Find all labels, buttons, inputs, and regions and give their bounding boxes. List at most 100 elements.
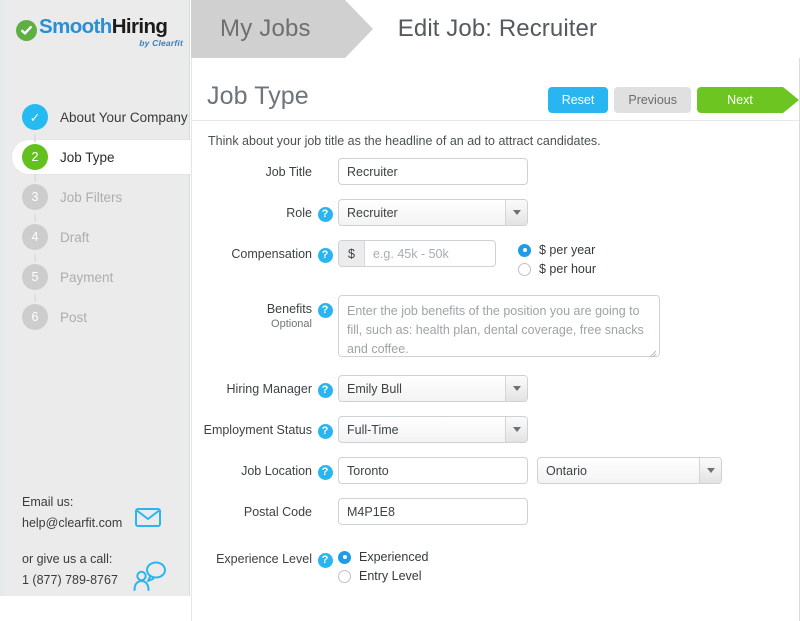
employment-status-help-slot: ?	[312, 416, 338, 439]
radio-per-year[interactable]: $ per year	[518, 243, 596, 257]
contact-spacer	[22, 533, 187, 549]
benefits-label: Benefits Optional	[192, 295, 312, 331]
help-icon[interactable]: ?	[317, 248, 333, 263]
row-job-title: Job Title	[192, 158, 799, 185]
step-label: Job Type	[60, 149, 115, 165]
row-compensation: Compensation ? $ $ per year	[192, 240, 799, 281]
title-divider	[192, 120, 799, 121]
role-select-value: Recruiter	[347, 205, 398, 220]
benefits-label-text: Benefits	[266, 302, 312, 316]
step-label: Post	[60, 309, 88, 325]
experience-level-radio-group: Experienced Entry Level	[338, 545, 429, 588]
email-contact: Email us: help@clearfit.com	[22, 492, 187, 533]
benefits-optional-text: Optional	[271, 317, 312, 330]
next-button-wrapper: Next	[697, 87, 799, 113]
help-icon[interactable]: ?	[317, 465, 333, 480]
radio-experienced[interactable]: Experienced	[338, 550, 429, 564]
logo-wordmark: SmoothHiring	[39, 15, 168, 39]
hiring-manager-field-area: Emily Bull	[338, 375, 528, 402]
phone-contact: or give us a call: 1 (877) 789-8767	[22, 549, 187, 592]
step-badge: 6	[22, 304, 48, 330]
sidebar-step-draft[interactable]: 4 Draft	[0, 214, 190, 254]
help-icon[interactable]: ?	[317, 553, 333, 568]
job-location-label: Job Location	[241, 464, 312, 478]
step-label: About Your Company	[60, 109, 188, 125]
help-icon[interactable]: ?	[317, 303, 333, 318]
compensation-label: Compensation	[231, 247, 312, 261]
app-window: SmoothHiring by Clearfit ✓ About Your Com…	[0, 0, 800, 621]
compensation-input[interactable]	[365, 241, 495, 266]
currency-symbol: $	[339, 241, 365, 266]
contact-block: Email us: help@clearfit.com or give us a…	[22, 492, 187, 592]
job-location-city-input[interactable]	[338, 457, 528, 484]
experience-level-help-slot: ?	[312, 545, 338, 568]
compensation-input-group: $	[338, 240, 496, 267]
compensation-period-radio-group: $ per year $ per hour	[518, 240, 596, 281]
top-header: My Jobs Edit Job: Recruiter	[191, 0, 800, 58]
support-person-chat-icon[interactable]	[132, 559, 166, 598]
help-icon[interactable]: ?	[317, 383, 333, 398]
page-subtitle: Think about your job title as the headli…	[208, 134, 601, 148]
radio-per-hour-dot[interactable]	[518, 262, 531, 276]
step-badge: ✓	[22, 104, 48, 130]
radio-entry-level-dot[interactable]	[338, 569, 351, 583]
employment-status-select[interactable]: Full-Time	[338, 416, 528, 443]
radio-per-year-dot[interactable]	[518, 243, 531, 257]
sidebar-step-job-filters[interactable]: 3 Job Filters	[0, 174, 190, 214]
email-address[interactable]: help@clearfit.com	[22, 513, 187, 534]
step-badge: 5	[22, 264, 48, 290]
logo-tagline: by Clearfit	[139, 38, 183, 48]
employment-status-label: Employment Status	[203, 423, 312, 437]
experience-level-field-area: Experienced Entry Level	[338, 545, 429, 588]
sidebar-step-job-type[interactable]: 2 Job Type	[0, 134, 190, 174]
reset-button[interactable]: Reset	[547, 87, 609, 113]
role-help-slot: ?	[312, 199, 338, 222]
benefits-field-area	[338, 295, 660, 358]
radio-per-hour[interactable]: $ per hour	[518, 262, 596, 276]
job-title-input[interactable]	[338, 158, 528, 185]
breadcrumb-my-jobs[interactable]: My Jobs	[191, 0, 373, 58]
sidebar-step-about-your-company[interactable]: ✓ About Your Company	[0, 100, 190, 134]
row-role: Role ? Recruiter	[192, 199, 799, 226]
step-badge: 2	[22, 144, 48, 170]
help-icon[interactable]: ?	[317, 207, 333, 222]
chevron-down-icon[interactable]	[505, 417, 527, 442]
sidebar-step-payment[interactable]: 5 Payment	[0, 254, 190, 294]
row-experience-level: Experience Level ? Experienced Entry Lev…	[192, 545, 799, 588]
envelope-icon[interactable]	[135, 508, 161, 534]
logo-word-smooth: Smooth	[39, 15, 112, 38]
step-progress-list: ✓ About Your Company 2 Job Type 3 Job Filters…	[0, 100, 190, 340]
chevron-down-icon[interactable]	[505, 376, 527, 401]
postal-code-input[interactable]	[338, 498, 528, 525]
role-field-area: Recruiter	[338, 199, 528, 226]
radio-experienced-label: Experienced	[359, 550, 429, 564]
page-title: Job Type	[207, 82, 309, 110]
benefits-textarea[interactable]	[338, 295, 660, 357]
row-employment-status: Employment Status ? Full-Time	[192, 416, 799, 443]
role-select[interactable]: Recruiter	[338, 199, 528, 226]
smoothhiring-logo[interactable]: SmoothHiring by Clearfit	[16, 14, 184, 54]
employment-status-select-value: Full-Time	[347, 422, 399, 437]
previous-button[interactable]: Previous	[614, 87, 691, 113]
job-title-field-area	[338, 158, 528, 185]
sidebar-step-post[interactable]: 6 Post	[0, 294, 190, 334]
radio-entry-level[interactable]: Entry Level	[338, 569, 429, 583]
chevron-down-icon[interactable]	[699, 458, 721, 483]
help-icon[interactable]: ?	[317, 424, 333, 439]
job-location-field-area: Ontario	[338, 457, 722, 484]
postal-code-field-area	[338, 498, 528, 525]
breadcrumb-current-page: Edit Job: Recruiter	[397, 15, 598, 42]
main-content: Job Type Reset Previous Next Think about…	[191, 58, 800, 621]
step-label: Draft	[60, 229, 90, 245]
action-button-group: Reset Previous Next	[547, 87, 799, 113]
next-button[interactable]: Next	[697, 87, 783, 113]
logo-check-icon	[16, 20, 37, 41]
job-location-province-select[interactable]: Ontario	[537, 457, 722, 484]
step-connector	[34, 134, 36, 142]
step-connector	[34, 214, 36, 222]
chevron-down-icon[interactable]	[505, 200, 527, 225]
radio-experienced-dot[interactable]	[338, 550, 351, 564]
hiring-manager-select[interactable]: Emily Bull	[338, 375, 528, 402]
step-connector	[34, 254, 36, 262]
hiring-manager-select-value: Emily Bull	[347, 381, 402, 396]
